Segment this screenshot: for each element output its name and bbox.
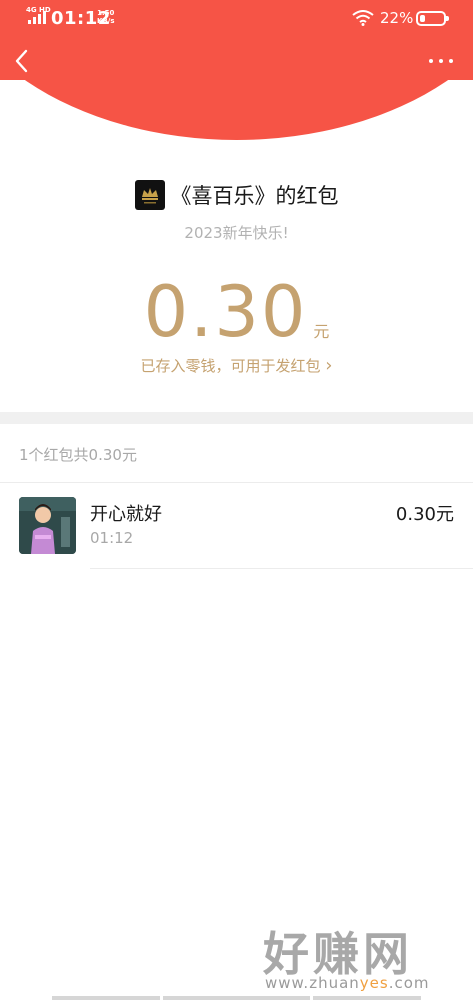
section-divider <box>0 412 473 424</box>
avatar-image <box>19 497 76 554</box>
bottom-indicator-segment <box>313 996 421 1000</box>
more-dot <box>439 59 443 63</box>
bottom-indicator <box>0 996 473 1000</box>
more-button[interactable] <box>426 50 456 72</box>
amount-row: 0.30 元 <box>0 272 473 352</box>
bottom-indicator-segment <box>52 996 160 1000</box>
watermark-url: www.zhuanyes.com <box>265 974 430 992</box>
watermark-url-suffix: .com <box>388 974 430 992</box>
receiver-time: 01:12 <box>90 529 134 547</box>
receiver-list-item[interactable]: 开心就好 01:12 0.30元 <box>0 484 473 568</box>
status-bar: 4G HD 01:12 1.50 KB/s 22% <box>0 0 473 36</box>
receiver-name: 开心就好 <box>90 504 162 525</box>
battery-fill <box>420 15 425 22</box>
wallet-note: 已存入零钱，可用于发红包 <box>140 357 321 375</box>
amount-value: 0.30 <box>143 271 308 353</box>
watermark: 好赚网 www.zhuanyes.com <box>263 918 463 996</box>
speed-value: 1.50 <box>97 9 115 17</box>
sender-logo <box>134 180 165 210</box>
speed-unit: KB/s <box>97 17 115 25</box>
watermark-url-highlight: yes <box>359 974 389 992</box>
battery-percent: 22% <box>380 9 414 27</box>
watermark-url-prefix: www.zhuan <box>265 974 360 992</box>
red-packet-header: 4G HD 01:12 1.50 KB/s 22% <box>0 0 473 140</box>
bottom-indicator-segment <box>163 996 310 1000</box>
back-button[interactable] <box>10 46 34 76</box>
avatar <box>19 497 76 554</box>
more-dot <box>429 59 433 63</box>
network-speed: 1.50 KB/s <box>97 9 114 25</box>
crown-logo-icon <box>141 188 158 204</box>
receiver-amount: 0.30元 <box>395 504 454 525</box>
list-divider <box>90 568 473 569</box>
sender-name: 《喜百乐》的红包 <box>170 184 339 208</box>
chevron-right-icon: › <box>325 355 333 376</box>
wallet-link[interactable]: 已存入零钱，可用于发红包 › <box>0 355 473 376</box>
packet-summary: 1个红包共0.30元 <box>19 446 137 464</box>
greeting-text: 2023新年快乐! <box>184 224 289 242</box>
wifi-icon <box>352 10 374 26</box>
sender-row: 《喜百乐》的红包 <box>0 178 473 212</box>
amount-unit: 元 <box>313 322 330 341</box>
list-divider <box>0 482 473 483</box>
battery-cap <box>446 16 449 21</box>
signal-icon <box>28 11 46 24</box>
more-dot <box>449 59 453 63</box>
battery-icon <box>416 11 449 26</box>
